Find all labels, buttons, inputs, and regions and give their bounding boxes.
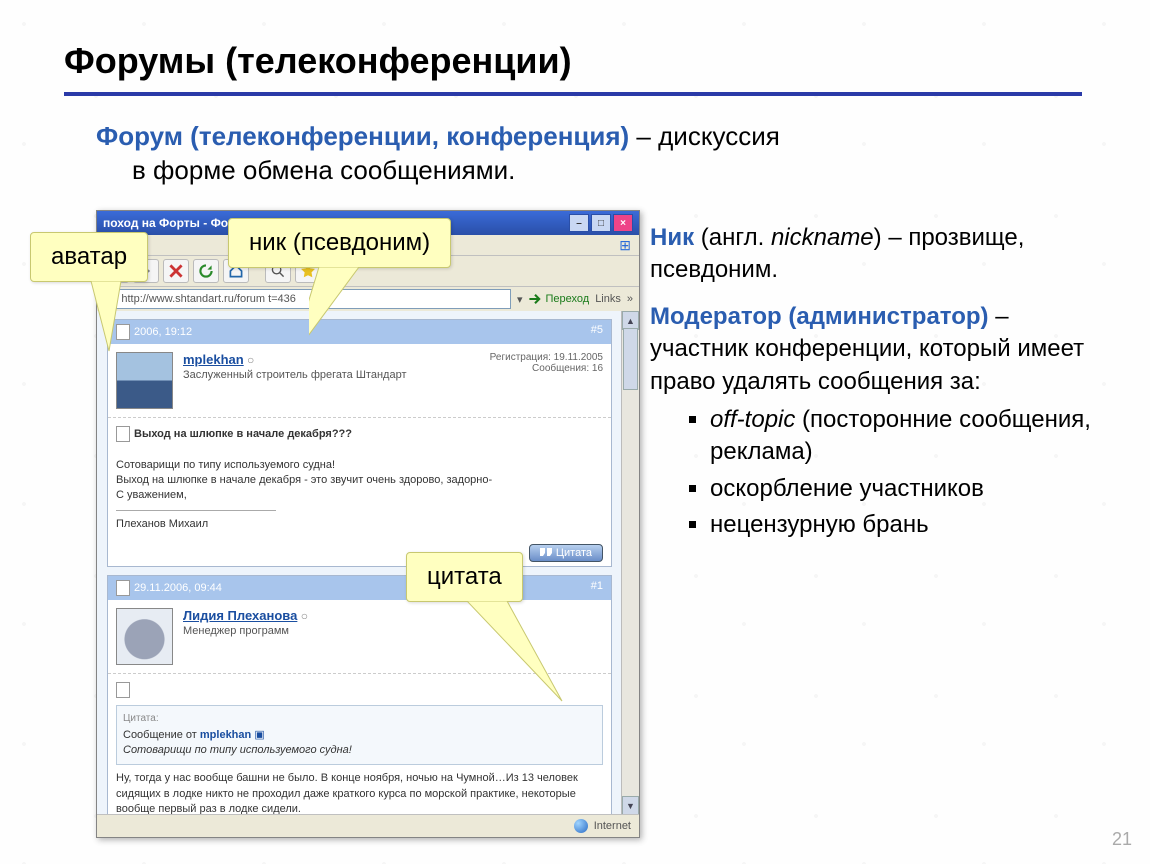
callout-pointer-icon: [309, 267, 389, 367]
scroll-down-button[interactable]: ▼: [622, 796, 639, 815]
callout-pointer-icon: [447, 601, 567, 711]
post-icon: [116, 580, 130, 596]
address-dropdown[interactable]: ▾: [517, 293, 523, 306]
minimize-button[interactable]: –: [569, 214, 589, 232]
moderator-bullets: off-topic (посторонние сообщения, реклам…: [650, 404, 1110, 542]
user-title: Заслуженный строитель фрегата Штандарт: [183, 369, 407, 381]
note-icon: [116, 682, 130, 698]
window-title: поход на Форты - Фор: [103, 216, 235, 230]
bullet-profanity: нецензурную брань: [710, 509, 1110, 541]
bullet-insult: оскорбление участников: [710, 473, 1110, 505]
browser-viewport: 2006, 19:12 #5 mplekhan ○ Заслуженный ст…: [97, 311, 622, 815]
callout-pointer-icon: [81, 281, 141, 361]
note-icon: [116, 426, 130, 442]
avatar[interactable]: [116, 608, 173, 665]
user-status-dot: ○: [247, 353, 254, 367]
user-status-dot: ○: [301, 609, 308, 623]
links-chevron[interactable]: »: [627, 293, 633, 305]
view-post-icon[interactable]: ▣: [254, 729, 264, 741]
definitions-column: Ник (англ. nickname) – прозвище, псевдон…: [650, 222, 1110, 556]
page-number: 21: [1112, 829, 1132, 850]
definition-moderator: Модератор (администратор) – участник кон…: [650, 301, 1110, 542]
username-link[interactable]: mplekhan: [183, 352, 244, 367]
post-number: #5: [591, 324, 603, 340]
user-title: Менеджер программ: [183, 625, 289, 637]
stop-button[interactable]: [163, 259, 189, 283]
callout-avatar: аватар: [30, 232, 148, 282]
post-header: 29.11.2006, 09:44 #1: [108, 576, 611, 600]
slide: Форумы (телеконференции) Форум (телеконф…: [0, 0, 1150, 864]
intro-paragraph: Форум (телеконференции, конференция) – д…: [96, 120, 1056, 188]
quote-icon: [540, 548, 552, 558]
links-label[interactable]: Links: [595, 293, 621, 305]
scroll-thumb[interactable]: [623, 328, 638, 390]
user-registration: Регистрация: 19.11.2005 Сообщения: 16: [490, 352, 603, 409]
username-link[interactable]: Лидия Плеханова: [183, 608, 297, 623]
maximize-button[interactable]: □: [591, 214, 611, 232]
bullet-offtopic: off-topic (посторонние сообщения, реклам…: [710, 404, 1110, 469]
quote-button[interactable]: Цитата: [529, 544, 603, 562]
signature: Плеханов Михаил: [116, 518, 208, 530]
definition-nick: Ник (англ. nickname) – прозвище, псевдон…: [650, 222, 1110, 287]
close-button[interactable]: ×: [613, 214, 633, 232]
internet-zone-icon: [574, 819, 588, 833]
post-content: Выход на шлюпке в начале декабря??? Сото…: [108, 418, 611, 540]
post-number: #1: [591, 580, 603, 596]
callout-nick: ник (псевдоним): [228, 218, 451, 268]
title-underline: [64, 92, 1082, 96]
windows-logo-icon: ⊞: [619, 237, 631, 254]
callout-quote: цитата: [406, 552, 523, 602]
quoted-block: Цитата: Сообщение от mplekhan ▣ Сотовари…: [116, 705, 603, 766]
refresh-button[interactable]: [193, 259, 219, 283]
go-button[interactable]: Переход: [528, 292, 589, 306]
vertical-scrollbar[interactable]: ▲ ▼: [621, 311, 639, 815]
go-arrow-icon: [528, 292, 542, 306]
slide-title: Форумы (телеконференции): [64, 40, 572, 82]
browser-statusbar: Internet: [97, 814, 639, 837]
intro-term: Форум (телеконференции, конференция): [96, 121, 629, 151]
